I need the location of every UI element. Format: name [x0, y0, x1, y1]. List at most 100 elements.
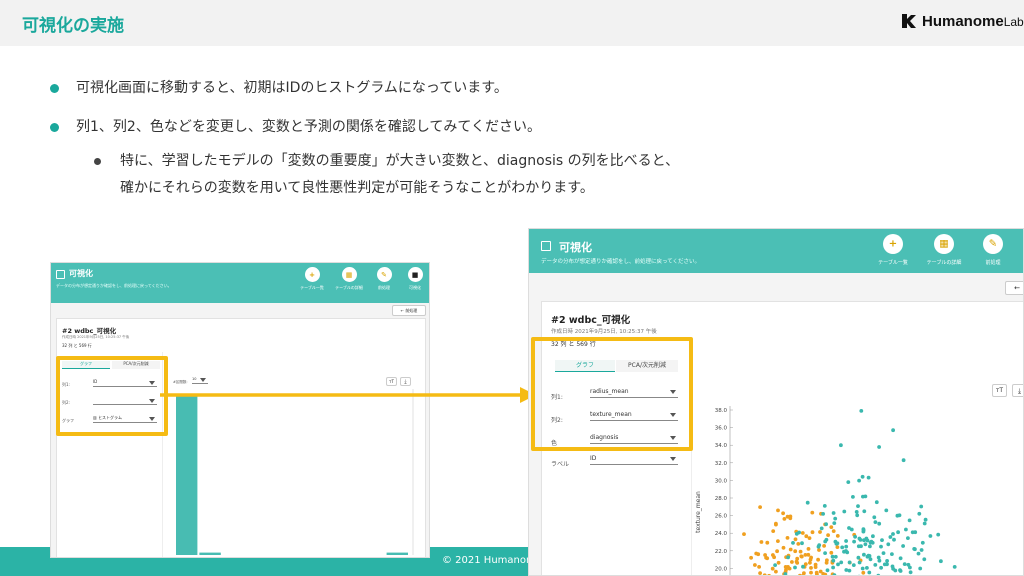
benign-point	[775, 549, 779, 554]
malignant-point	[873, 520, 878, 524]
download-button[interactable]: ⤓	[1012, 384, 1023, 397]
malignant-point	[831, 511, 836, 515]
malignant-point	[862, 509, 867, 514]
malignant-point	[842, 509, 847, 514]
malignant-point	[877, 558, 882, 563]
bullet-dot	[50, 84, 59, 93]
benign-point	[809, 570, 813, 575]
slide: 可視化の実施 HumanomeLab 可視化画面に移動すると、初期はIDのヒスト…	[0, 0, 1024, 576]
malignant-point	[839, 560, 844, 565]
step-table-list[interactable]: + テーブル一覧	[869, 234, 917, 266]
malignant-point	[879, 565, 883, 570]
malignant-point	[864, 536, 869, 541]
malignant-point	[869, 539, 874, 544]
malignant-point	[786, 555, 790, 560]
bullet-list: 可視化画面に移動すると、初期はIDのヒストグラムになっています。 列1、列2、色…	[50, 78, 950, 202]
benign-point	[776, 508, 780, 513]
y-axis-label: texture_mean	[695, 491, 702, 533]
benign-point	[798, 549, 803, 554]
step-preprocess[interactable]: ✎ 前処理	[369, 267, 399, 291]
benign-point	[758, 571, 762, 575]
malignant-point	[831, 565, 835, 570]
malignant-point	[834, 541, 839, 546]
malignant-point	[922, 521, 927, 526]
benign-point	[799, 554, 804, 559]
malignant-point	[783, 572, 788, 575]
card-title: #2 wdbc_可視化	[62, 327, 117, 335]
preprocess-icon: ✎	[988, 238, 998, 250]
bullet-dot	[50, 123, 59, 132]
malignant-point	[884, 508, 889, 513]
malignant-point	[823, 539, 828, 544]
malignant-point	[867, 570, 872, 575]
bins-select[interactable]: 10	[192, 377, 208, 384]
step-preprocess[interactable]: ✎ 前処理	[976, 234, 1010, 266]
malignant-point	[854, 510, 859, 514]
benign-point	[781, 511, 785, 516]
slide-header: 可視化の実施 HumanomeLab	[0, 0, 1024, 46]
chevron-down-icon	[200, 378, 206, 382]
left-app-screenshot: 可視化 データの分布が想定通りか確認をし、前処理に戻ってください。 + テーブル…	[50, 262, 430, 558]
malignant-point	[846, 480, 851, 484]
benign-point	[771, 529, 776, 533]
histogram-chart	[176, 389, 414, 555]
back-to-preprocess-button[interactable]: ← 前処理	[392, 305, 426, 316]
benign-point	[808, 557, 813, 562]
malignant-point	[876, 555, 881, 560]
malignant-point	[919, 504, 924, 509]
malignant-point	[852, 539, 856, 544]
y-tick-label: 32.0	[715, 461, 728, 467]
sub-bullet-item: 特に、学習したモデルの「変数の重要度」が大きい変数と、diagnosis の列を…	[94, 148, 950, 202]
benign-point	[829, 525, 834, 529]
malignant-point	[877, 445, 881, 449]
malignant-point	[888, 535, 893, 539]
malignant-point	[877, 521, 882, 526]
benign-point	[782, 517, 787, 521]
step-visualize[interactable]: ■ 可視化	[401, 267, 429, 291]
created-at: 作成日時 2021年9月25日, 10:25:37 午後	[62, 335, 130, 339]
benign-point	[804, 534, 809, 539]
malignant-point	[847, 568, 852, 573]
benign-point	[861, 570, 866, 575]
malignant-point	[842, 549, 846, 554]
label-select[interactable]: ID	[590, 453, 678, 465]
malignant-point	[920, 540, 925, 545]
malignant-point	[824, 522, 828, 527]
malignant-point	[863, 542, 868, 547]
right-app-subtitle: データの分布が想定通りか確認をし、前処理に戻ってください。	[541, 259, 701, 265]
malignant-point	[913, 547, 917, 552]
malignant-point	[868, 544, 872, 549]
benign-point	[788, 547, 793, 552]
malignant-point	[859, 544, 863, 549]
y-tick-label: 34.0	[715, 443, 728, 449]
step-table-detail[interactable]: ▦ テーブルの詳細	[332, 267, 366, 291]
malignant-point	[922, 557, 927, 562]
histogram-bar	[386, 552, 408, 555]
font-size-button[interactable]: тT	[992, 384, 1007, 397]
malignant-point	[880, 538, 884, 542]
benign-point	[835, 534, 840, 538]
step-table-list[interactable]: + テーブル一覧	[295, 267, 329, 291]
bullet-text: 列1、列2、色などを変更し、変数と予測の関係を確認してみてください。	[76, 119, 541, 135]
malignant-point	[917, 511, 922, 516]
malignant-point	[893, 568, 898, 573]
histogram-bar	[199, 552, 221, 555]
step-table-detail[interactable]: ▦ テーブルの詳細	[919, 234, 969, 266]
humanome-logo: HumanomeLab	[900, 12, 1024, 30]
benign-point	[793, 537, 798, 542]
malignant-point	[833, 554, 838, 559]
benign-point	[826, 533, 830, 537]
back-to-preprocess-button[interactable]: ←	[1005, 281, 1023, 295]
malignant-point	[859, 409, 864, 413]
malignant-point	[939, 559, 943, 564]
malignant-point	[855, 513, 860, 518]
benign-point	[818, 569, 823, 574]
malignant-point	[845, 550, 850, 555]
benign-point	[809, 566, 813, 570]
benign-point	[803, 562, 808, 566]
y-tick-label: 20.0	[715, 566, 728, 572]
malignant-point	[873, 563, 878, 567]
malignant-point	[906, 536, 910, 540]
malignant-point	[819, 526, 824, 531]
left-app-subtitle: データの分布が想定通りか確認をし、前処理に戻ってください。	[56, 283, 172, 288]
